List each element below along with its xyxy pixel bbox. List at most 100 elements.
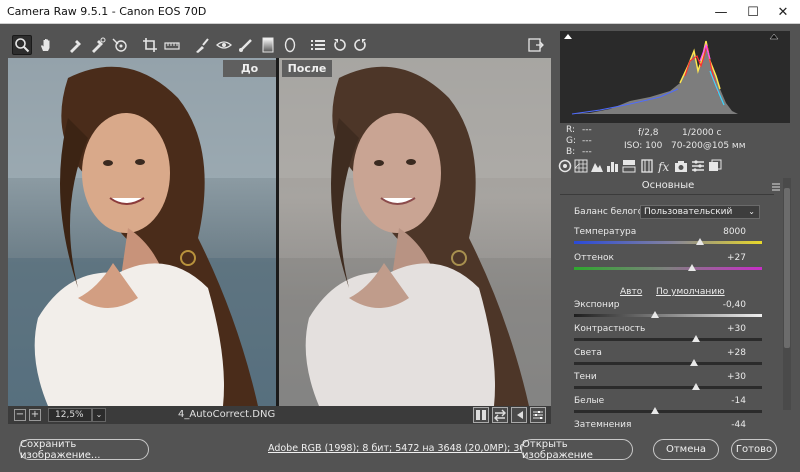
r-value: --- — [582, 125, 592, 135]
preferences-tool-button[interactable] — [308, 35, 328, 55]
chevron-down-icon: ⌄ — [748, 207, 755, 216]
rotate-right-button[interactable] — [350, 35, 370, 55]
lens-value: 70-200@105 мм — [671, 141, 746, 151]
tint-label: Оттенок — [574, 253, 614, 263]
detail-tab-icon[interactable] — [590, 159, 604, 173]
split-toning-tab-icon[interactable] — [622, 159, 636, 173]
histogram — [560, 31, 790, 123]
camera-raw-window: Camera Raw 9.5.1 - Canon EOS 70D — ☐ ✕ Д… — [0, 0, 800, 472]
slider-value[interactable]: +30 — [696, 324, 746, 334]
panel-title: Основные — [641, 180, 695, 191]
color-sampler-icon — [92, 37, 106, 53]
zoom-tool-button[interactable] — [12, 35, 32, 55]
hand-tool-button[interactable] — [36, 35, 56, 55]
color-sampler-tool-button[interactable] — [88, 35, 108, 55]
tint-value[interactable]: +27 — [696, 253, 746, 263]
zoom-dropdown-button[interactable]: ⌄ — [92, 408, 106, 422]
camera-calibration-tab-icon[interactable] — [674, 159, 688, 173]
targeted-adjustment-icon — [112, 38, 127, 52]
open-image-button[interactable]: Открыть изображение — [521, 439, 633, 461]
portrait-photo-after — [279, 58, 551, 406]
slider-value[interactable]: +28 — [696, 348, 746, 358]
copy-settings-button[interactable] — [511, 407, 527, 423]
effects-tab-icon[interactable]: fx — [657, 159, 671, 173]
slider-track[interactable] — [574, 362, 762, 365]
spot-removal-icon — [196, 38, 209, 53]
r-label: R: — [566, 125, 576, 135]
straighten-tool-button[interactable] — [162, 35, 182, 55]
hsl-tab-icon[interactable] — [606, 159, 620, 173]
minimize-button[interactable]: — — [706, 0, 736, 24]
slider-label: Экспонир — [574, 300, 620, 310]
iso-value: ISO: 100 — [624, 141, 663, 151]
close-button[interactable]: ✕ — [768, 0, 798, 24]
red-eye-tool-button[interactable] — [214, 35, 234, 55]
lens-corrections-tab-icon[interactable] — [640, 159, 654, 173]
toggle-settings-button[interactable] — [530, 407, 546, 423]
histogram-graph — [564, 33, 779, 115]
presets-tab-icon[interactable] — [691, 159, 705, 173]
slider-track[interactable] — [574, 314, 762, 317]
panel-menu-button[interactable] — [772, 181, 780, 191]
slider-track[interactable] — [574, 410, 762, 413]
adjustment-brush-tool-button[interactable] — [236, 35, 256, 55]
radial-filter-tool-button[interactable] — [280, 35, 300, 55]
targeted-adjustment-tool-button[interactable] — [110, 35, 130, 55]
slider-thumb[interactable] — [692, 335, 701, 342]
temperature-slider-thumb[interactable] — [695, 238, 704, 245]
slider-thumb[interactable] — [650, 407, 659, 414]
white-balance-tool-button[interactable] — [66, 35, 86, 55]
fullscreen-button[interactable] — [526, 35, 546, 55]
after-label: После — [282, 60, 332, 77]
svg-text:fx: fx — [657, 160, 669, 173]
slider-thumb[interactable] — [690, 359, 699, 366]
cancel-button[interactable]: Отмена — [653, 439, 719, 460]
aperture-value: f/2,8 — [638, 128, 659, 138]
spot-removal-tool-button[interactable] — [192, 35, 212, 55]
slider-label: Затемнения — [574, 420, 632, 430]
default-link[interactable]: По умолчанию — [656, 287, 725, 297]
before-preview-pane[interactable] — [8, 58, 276, 406]
g-value: --- — [582, 136, 592, 146]
tone-curve-tab-icon[interactable] — [574, 159, 588, 173]
panel-scrollbar-thumb[interactable] — [784, 188, 790, 348]
zoom-out-button[interactable]: − — [14, 409, 26, 421]
swap-icon — [494, 409, 506, 422]
slider-track[interactable] — [574, 386, 762, 389]
rotate-left-button[interactable] — [330, 35, 350, 55]
panel-scrollbar[interactable] — [783, 178, 791, 410]
slider-thumb[interactable] — [692, 383, 701, 390]
menu-icon — [772, 183, 780, 191]
image-preview[interactable]: До После — [8, 58, 551, 406]
temperature-value[interactable]: 8000 — [696, 227, 746, 237]
slider-value[interactable]: +30 — [696, 372, 746, 382]
snapshots-tab-icon[interactable] — [708, 159, 722, 173]
workflow-options-link[interactable]: Adobe RGB (1998); 8 бит; 5472 на 3648 (2… — [268, 443, 549, 454]
tool-bar — [8, 35, 550, 57]
before-after-view-button[interactable] — [473, 407, 489, 423]
white-balance-select[interactable]: Пользовательский ⌄ — [640, 205, 760, 219]
slider-track[interactable] — [574, 338, 762, 341]
slider-thumb[interactable] — [650, 311, 659, 318]
slider-value[interactable]: -14 — [696, 396, 746, 406]
graduated-filter-tool-button[interactable] — [258, 35, 278, 55]
slider-value[interactable]: -44 — [696, 420, 746, 430]
radial-filter-icon — [284, 37, 296, 53]
zoom-level-field[interactable]: 12,5% — [48, 408, 92, 422]
swap-settings-button[interactable] — [492, 407, 508, 423]
after-preview-pane[interactable] — [279, 58, 551, 406]
slider-value[interactable]: -0,40 — [696, 300, 746, 310]
crop-tool-button[interactable] — [140, 35, 160, 55]
maximize-button[interactable]: ☐ — [738, 0, 768, 24]
auto-link[interactable]: Авто — [620, 287, 642, 297]
save-image-button[interactable]: Сохранить изображение... — [19, 439, 149, 461]
done-button[interactable]: Готово — [731, 439, 777, 460]
tint-slider-thumb[interactable] — [688, 264, 697, 271]
slider-label: Тени — [574, 372, 597, 382]
tint-slider-track[interactable] — [574, 267, 762, 270]
basic-tab-icon[interactable] — [558, 159, 572, 173]
zoom-in-button[interactable]: + — [29, 409, 41, 421]
preview-status-bar: − + 12,5% ⌄ 4_AutoCorrect.DNG — [8, 406, 551, 424]
temperature-slider-track[interactable] — [574, 241, 762, 244]
window-title: Camera Raw 9.5.1 - Canon EOS 70D — [7, 5, 207, 18]
